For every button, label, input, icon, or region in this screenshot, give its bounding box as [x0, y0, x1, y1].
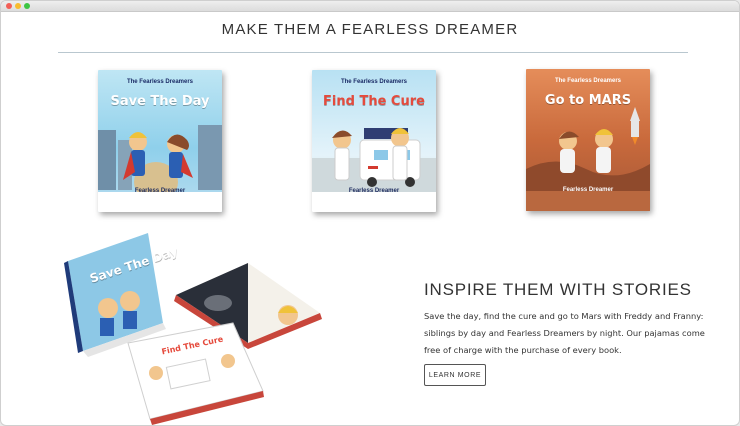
maximize-window-icon[interactable]: [24, 3, 30, 9]
stories-title: INSPIRE THEM WITH STORIES: [424, 280, 692, 299]
book-series-label: The Fearless Dreamers: [340, 79, 408, 85]
book-cover-save-the-day[interactable]: The Fearless Dreamers Save The Day Fearl…: [98, 70, 222, 212]
books-mockup-image: Save The Day Find The Cure: [58, 223, 348, 425]
section-heading: MAKE THEM A FEARLESS DREAMER: [221, 21, 519, 38]
book-series-label: The Fearless Dreamers: [554, 78, 622, 84]
book-title: Find The Cure: [323, 94, 425, 109]
minimize-window-icon[interactable]: [15, 3, 21, 9]
learn-more-button[interactable]: LEARN MORE: [424, 364, 486, 386]
close-window-icon[interactable]: [6, 3, 12, 9]
book-brand: Fearless Dreamer: [348, 188, 400, 194]
book-brand: Fearless Dreamer: [134, 188, 186, 194]
book-title: Go to MARS: [544, 93, 632, 108]
book-series-label: The Fearless Dreamers: [126, 79, 194, 85]
book-cover-go-to-mars[interactable]: The Fearless Dreamers Go to MARS Fearles…: [526, 69, 650, 211]
book-title: Save The Day: [110, 94, 210, 109]
browser-window: MAKE THEM A FEARLESS DREAMER The Fearles…: [0, 0, 740, 426]
window-titlebar: [1, 1, 739, 12]
stories-description: Save the day, find the cure and go to Ma…: [424, 311, 705, 355]
book-cover-find-the-cure[interactable]: The Fearless Dreamers Find The Cure Fear…: [312, 70, 436, 212]
books-mockup-art: [64, 233, 322, 425]
heading-divider: [58, 52, 688, 53]
book-brand: Fearless Dreamer: [562, 187, 614, 193]
